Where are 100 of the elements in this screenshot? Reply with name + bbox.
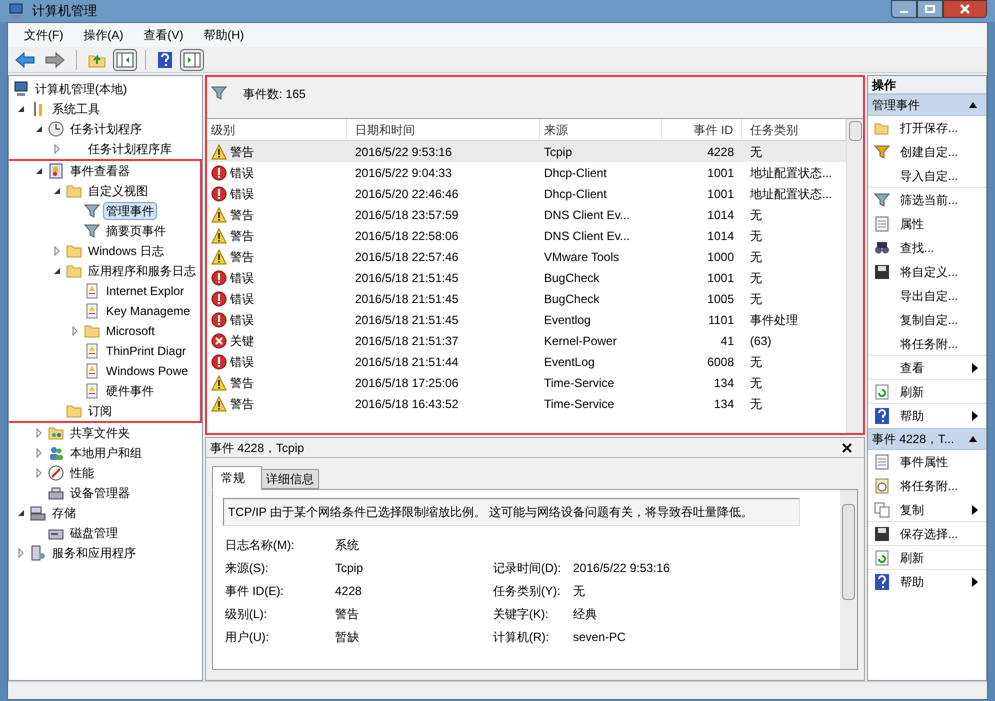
action-link[interactable]: 将自定义...: [900, 263, 958, 281]
event-row[interactable]: 错误 2016/5/18 21:51:45 Eventlog 1101 事件处理: [207, 309, 846, 330]
event-row[interactable]: 警告 2016/5/22 9:53:16 Tcpip 4228 无: [207, 141, 846, 162]
computer-icon: [13, 81, 29, 97]
minimize-button[interactable]: [891, 0, 917, 18]
tree-item[interactable]: 自定义视图: [85, 182, 151, 200]
menu-item[interactable]: 操作(A): [75, 26, 132, 44]
action-link[interactable]: 刷新: [900, 548, 924, 566]
section-title: 事件 4228，T...: [872, 431, 954, 448]
action-link[interactable]: 筛选当前...: [900, 191, 958, 209]
action-link[interactable]: 查找...: [900, 239, 934, 257]
event-row[interactable]: 关键 2016/5/18 21:51:37 Kernel-Power 41 (63): [207, 330, 846, 351]
action-link[interactable]: 导出自定...: [900, 287, 958, 305]
table-cell: 无: [750, 270, 762, 284]
tab[interactable]: 常规: [212, 466, 262, 490]
action-link[interactable]: 导入自定...: [900, 166, 958, 184]
event-row[interactable]: 警告 2016/5/18 16:43:52 Time-Service 134 无: [207, 393, 846, 414]
warning-icon: [211, 144, 227, 160]
folder-icon: [66, 243, 82, 259]
tree-item[interactable]: 系统工具: [49, 100, 103, 118]
event-row[interactable]: 警告 2016/5/18 22:58:06 DNS Client Ev... 1014 无: [207, 225, 846, 246]
action-link[interactable]: 将任务附...: [900, 334, 958, 352]
menu-item[interactable]: 帮助(H): [195, 26, 252, 44]
table-cell-text: 警告: [230, 248, 254, 266]
table-cell: Time-Service: [544, 376, 614, 390]
close-button[interactable]: [943, 0, 987, 18]
tree-item[interactable]: 摘要页事件: [103, 222, 169, 240]
refresh-icon: [874, 550, 890, 566]
table-cell-text: 错误: [230, 186, 254, 202]
event-row[interactable]: 错误 2016/5/18 21:51:44 EventLog 6008 无: [207, 351, 846, 372]
collapse-caret-icon[interactable]: [968, 101, 978, 109]
gauge-icon: [48, 465, 64, 481]
column-header[interactable]: 日期和时间: [347, 119, 540, 140]
tree-item[interactable]: 订阅: [85, 402, 115, 420]
tab[interactable]: 详细信息: [262, 469, 319, 489]
section-header[interactable]: 事件 4228，T...: [868, 428, 986, 450]
action-link[interactable]: 事件属性: [900, 453, 948, 471]
tree-item[interactable]: Microsoft: [103, 322, 158, 340]
tree-item[interactable]: 性能: [67, 464, 97, 482]
menu-item[interactable]: 文件(F): [16, 26, 72, 44]
event-row[interactable]: 警告 2016/5/18 23:57:59 DNS Client Ev... 1014 无: [207, 204, 846, 225]
help-icon: [157, 50, 173, 68]
event-row[interactable]: 错误 2016/5/20 22:46:46 Dhcp-Client 1001 地址配置状态...: [207, 183, 846, 204]
table-cell: Dhcp-Client: [544, 166, 607, 180]
tree-item[interactable]: 应用程序和服务日志: [85, 262, 199, 280]
event-row[interactable]: 错误 2016/5/18 21:51:45 BugCheck 1001 无: [207, 267, 846, 288]
field-value: Tcpip: [335, 560, 364, 577]
properties-icon: [874, 216, 890, 232]
action-link[interactable]: 打开保存...: [900, 119, 958, 137]
event-row[interactable]: 警告 2016/5/18 17:25:06 Time-Service 134 无: [207, 372, 846, 393]
event-row[interactable]: 错误 2016/5/22 9:04:33 Dhcp-Client 1001 地址配置状态...: [207, 162, 846, 183]
action-link[interactable]: 复制自定...: [900, 311, 958, 329]
table-cell: 地址配置状态...: [750, 166, 832, 180]
tree-item[interactable]: 计算机管理(本地): [32, 80, 130, 98]
tree-item[interactable]: Windows Powe: [103, 362, 192, 380]
event-row[interactable]: 警告 2016/5/18 22:57:46 VMware Tools 1000 无: [207, 246, 846, 267]
action-link[interactable]: 帮助: [900, 407, 924, 425]
tree-item[interactable]: 共享文件夹: [67, 424, 133, 442]
tree-item[interactable]: 服务和应用程序: [49, 544, 139, 562]
tree-item[interactable]: 任务计划程序库: [85, 140, 175, 158]
tree-item[interactable]: Internet Explor: [103, 282, 188, 300]
help-icon: [874, 408, 890, 424]
menu-item[interactable]: 查看(V): [135, 26, 192, 44]
action-link[interactable]: 属性: [900, 215, 924, 233]
error-icon: [211, 312, 227, 328]
scrollbar[interactable]: [840, 490, 857, 669]
collapse-caret-icon[interactable]: [968, 435, 978, 443]
toolbar-button[interactable]: [113, 48, 137, 70]
column-header[interactable]: 来源: [540, 119, 662, 140]
section-header[interactable]: 管理事件: [868, 94, 986, 116]
tree-item[interactable]: 设备管理器: [67, 484, 133, 502]
toolbar-button[interactable]: [180, 48, 204, 70]
table-cell: 1001: [707, 270, 734, 284]
scrollbar[interactable]: [846, 119, 863, 433]
tree-item[interactable]: Key Manageme: [103, 302, 194, 320]
tree-item[interactable]: 任务计划程序: [67, 120, 145, 138]
action-link[interactable]: 帮助: [900, 573, 924, 591]
table-cell: 1001: [707, 186, 734, 200]
close-icon[interactable]: [842, 442, 852, 452]
tree-item[interactable]: Windows 日志: [85, 242, 168, 260]
table-cell: 无: [750, 144, 762, 158]
column-header[interactable]: 事件 ID: [662, 119, 742, 140]
tree-item[interactable]: 事件查看器: [67, 162, 133, 180]
tree-item[interactable]: 管理事件: [103, 202, 157, 220]
tree-item[interactable]: 存储: [49, 504, 79, 522]
table-cell: 无: [750, 292, 762, 306]
tree-item[interactable]: 硬件事件: [103, 382, 157, 400]
tree-item[interactable]: 本地用户和组: [67, 444, 145, 462]
field-value: 2016/5/22 9:53:16: [573, 560, 670, 577]
maximize-button[interactable]: [917, 0, 943, 18]
tree-item[interactable]: ThinPrint Diagr: [103, 342, 190, 360]
action-link[interactable]: 查看: [900, 358, 924, 376]
event-row[interactable]: 错误 2016/5/18 21:51:45 BugCheck 1005 无: [207, 288, 846, 309]
action-link[interactable]: 创建自定...: [900, 143, 958, 161]
action-link[interactable]: 将任务附...: [900, 477, 958, 495]
tree-item[interactable]: 磁盘管理: [67, 524, 121, 542]
action-link[interactable]: 刷新: [900, 382, 924, 400]
action-link[interactable]: 保存选择...: [900, 524, 958, 542]
column-header[interactable]: 级别: [207, 119, 347, 140]
action-link[interactable]: 复制: [900, 500, 924, 518]
